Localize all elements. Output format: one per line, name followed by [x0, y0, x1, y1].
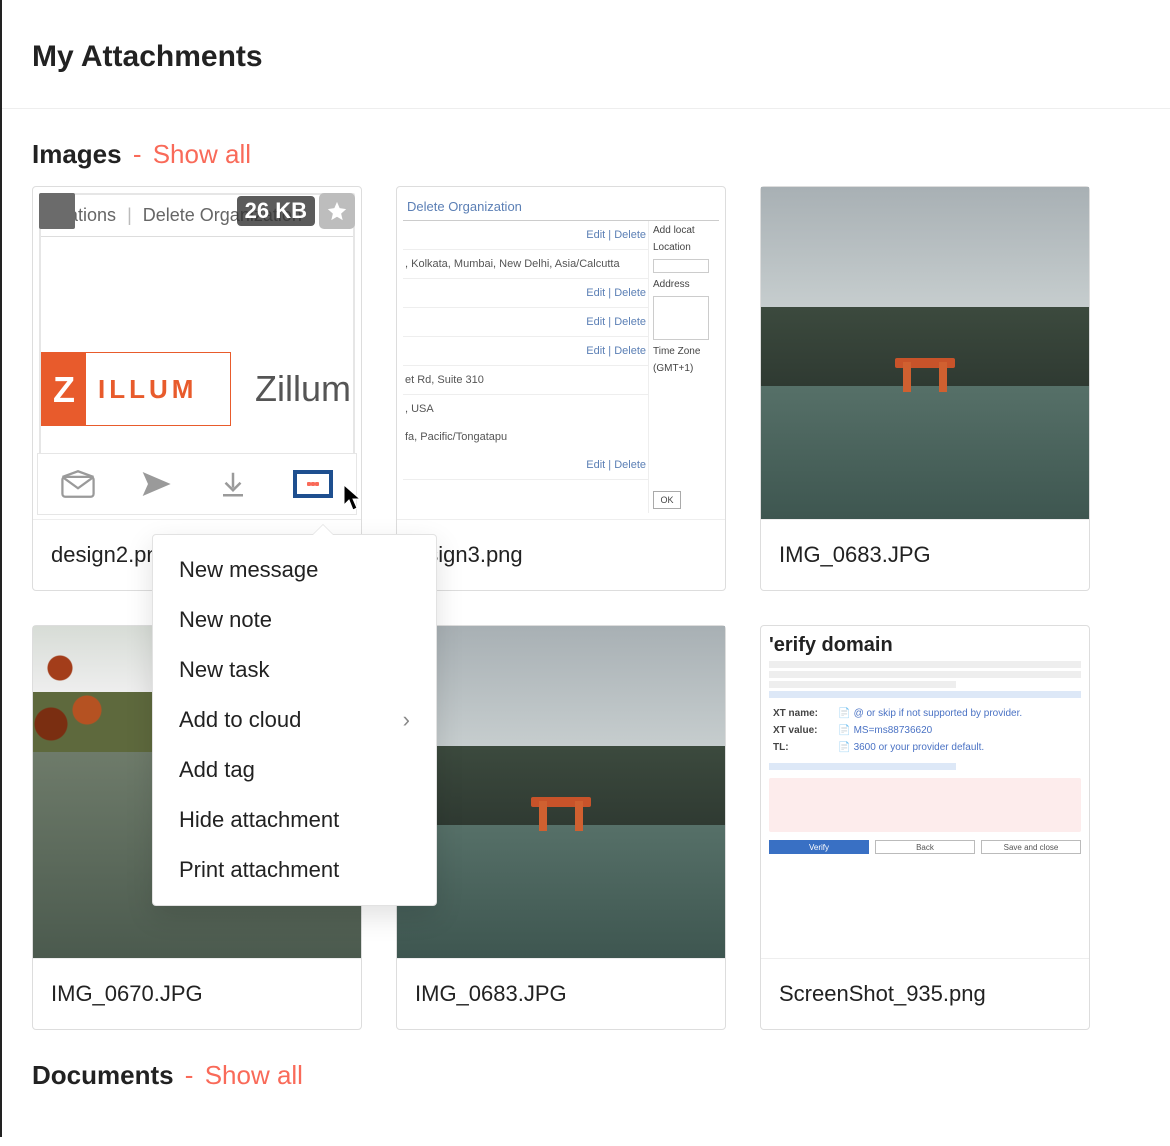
show-all-documents-link[interactable]: Show all: [205, 1060, 303, 1090]
separator: -: [178, 1060, 201, 1090]
filesize-badge: 26 KB: [237, 196, 315, 226]
download-icon[interactable]: [218, 469, 248, 499]
divider: [2, 108, 1170, 109]
attachment-card[interactable]: IMG_0683.JPG: [396, 625, 726, 1030]
show-all-images-link[interactable]: Show all: [153, 139, 251, 169]
menu-new-note[interactable]: New note: [153, 595, 436, 645]
attachment-card[interactable]: IMG_0683.JPG: [760, 186, 1090, 591]
menu-hide-attachment[interactable]: Hide attachment: [153, 795, 436, 845]
thumbnail[interactable]: ocations | Delete Organization Z ILLUM Z…: [33, 187, 361, 520]
separator: -: [126, 139, 149, 169]
menu-add-tag[interactable]: Add tag: [153, 745, 436, 795]
attachment-card[interactable]: Delete Organization Edit | Delete , Kolk…: [396, 186, 726, 591]
menu-new-task[interactable]: New task: [153, 645, 436, 695]
filename-label: IMG_0683.JPG: [397, 959, 725, 1029]
filename-label: esign3.png: [397, 520, 725, 590]
menu-new-message[interactable]: New message: [153, 545, 436, 595]
cursor-icon: [342, 484, 364, 517]
page-title: My Attachments: [32, 0, 1140, 108]
menu-print-attachment[interactable]: Print attachment: [153, 845, 436, 895]
thumbnail[interactable]: Delete Organization Edit | Delete , Kolk…: [397, 187, 725, 520]
context-menu: New message New note New task Add to clo…: [152, 534, 437, 906]
section-images-title: Images: [32, 139, 122, 169]
logo-text: ILLUM: [86, 374, 197, 405]
section-images-header: Images - Show all: [32, 139, 1140, 170]
filename-label: ScreenShot_935.png: [761, 959, 1089, 1029]
logo-letter: Z: [42, 353, 86, 425]
star-icon[interactable]: [319, 193, 355, 229]
thumb-title: Delete Organization: [403, 193, 719, 221]
filename-label: IMG_0683.JPG: [761, 520, 1089, 590]
brand-name: Zillum: [255, 368, 351, 410]
images-grid: ocations | Delete Organization Z ILLUM Z…: [32, 186, 1140, 1030]
card-toolbar: [37, 453, 357, 515]
doc-title: 'erify domain: [769, 634, 1081, 657]
select-box[interactable]: [39, 193, 75, 229]
thumbnail[interactable]: [761, 187, 1089, 520]
send-icon[interactable]: [140, 468, 172, 500]
attachment-card[interactable]: 'erify domain XT name:📄 @ or skip if not…: [760, 625, 1090, 1030]
chevron-right-icon: ›: [403, 707, 410, 733]
thumbnail[interactable]: [397, 626, 725, 959]
menu-add-to-cloud[interactable]: Add to cloud›: [153, 695, 436, 745]
section-documents-title: Documents: [32, 1060, 174, 1090]
more-icon[interactable]: [293, 470, 333, 498]
section-documents-header: Documents - Show all: [32, 1060, 1140, 1091]
filename-label: IMG_0670.JPG: [33, 959, 361, 1029]
thumbnail[interactable]: 'erify domain XT name:📄 @ or skip if not…: [761, 626, 1089, 959]
mail-icon[interactable]: [61, 469, 95, 499]
